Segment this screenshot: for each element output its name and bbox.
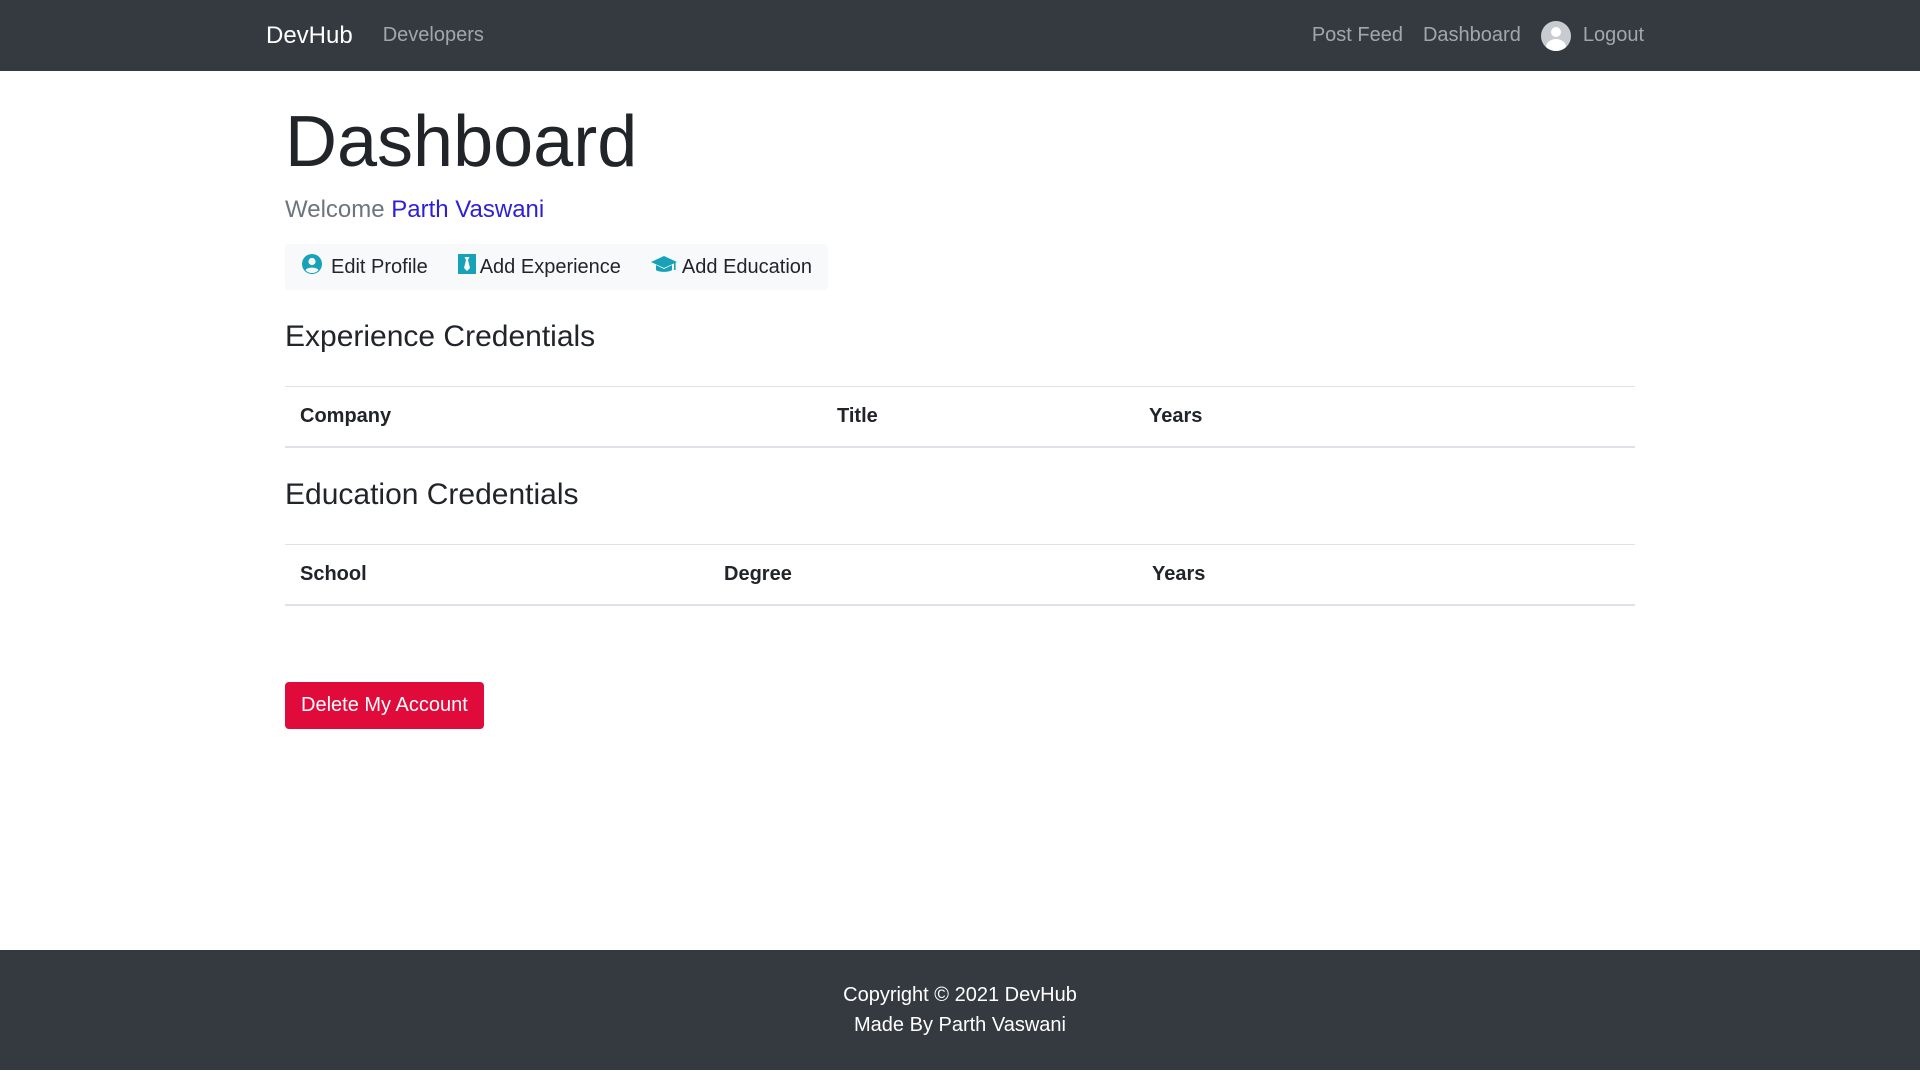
footer-made-by: Made By Parth Vaswani [854,1014,1066,1036]
graduation-cap-icon [650,254,677,280]
add-experience-label: Add Experience [479,255,621,278]
nav-dashboard-link[interactable]: Dashboard [1423,24,1521,47]
column-header-title: Title [822,386,1134,449]
logout-label: Logout [1582,24,1644,46]
nav-developers-link[interactable]: Developers [383,24,484,47]
column-header-school: School [285,544,709,607]
user-name-link[interactable]: Parth Vaswani [391,196,544,223]
column-header-company: Company [285,386,822,449]
add-experience-button[interactable]: Add Experience [450,244,629,290]
dashboard-container: Dashboard Welcome Parth Vaswani Edit Pro… [285,71,1635,730]
column-header-years: Years [1137,544,1635,607]
add-education-label: Add Education [681,255,813,278]
edit-profile-label: Edit Profile [331,255,428,278]
page-title: Dashboard [285,102,638,182]
experience-section-title: Experience Credentials [285,320,596,354]
navbar-right: Post Feed Dashboard Logout [1292,20,1644,51]
brand-link[interactable]: DevHub [266,22,353,50]
user-circle-icon [301,253,323,281]
delete-account-button[interactable]: Delete My Account [285,682,484,730]
navbar-inner: DevHub Developers Post Feed Dashboard Lo… [266,0,1644,71]
education-table: School Degree Years [285,544,1635,607]
footer: Copyright © 2021 DevHub Made By Parth Va… [0,950,1920,1070]
user-avatar-icon [1540,20,1571,51]
black-tie-icon [457,254,476,280]
nav-post-feed-link[interactable]: Post Feed [1312,24,1403,47]
welcome-prefix: Welcome [285,196,385,224]
navbar: DevHub Developers Post Feed Dashboard Lo… [0,0,1920,71]
column-header-years: Years [1134,386,1635,449]
education-header-row: School Degree Years [285,544,1635,607]
experience-table: Company Title Years [285,386,1635,449]
experience-header-row: Company Title Years [285,386,1635,449]
education-section-title: Education Credentials [285,478,579,512]
dashboard-actions: Edit Profile Add Experience Add Educatio… [285,244,829,291]
welcome-text: Welcome Parth Vaswani [285,196,1635,224]
column-header-degree: Degree [709,544,1137,607]
add-education-button[interactable]: Add Education [643,244,820,290]
footer-copyright: Copyright © 2021 DevHub [843,984,1077,1006]
edit-profile-button[interactable]: Edit Profile [293,244,436,290]
logout-link[interactable]: Logout [1540,20,1644,51]
navbar-left: DevHub Developers [266,22,484,50]
